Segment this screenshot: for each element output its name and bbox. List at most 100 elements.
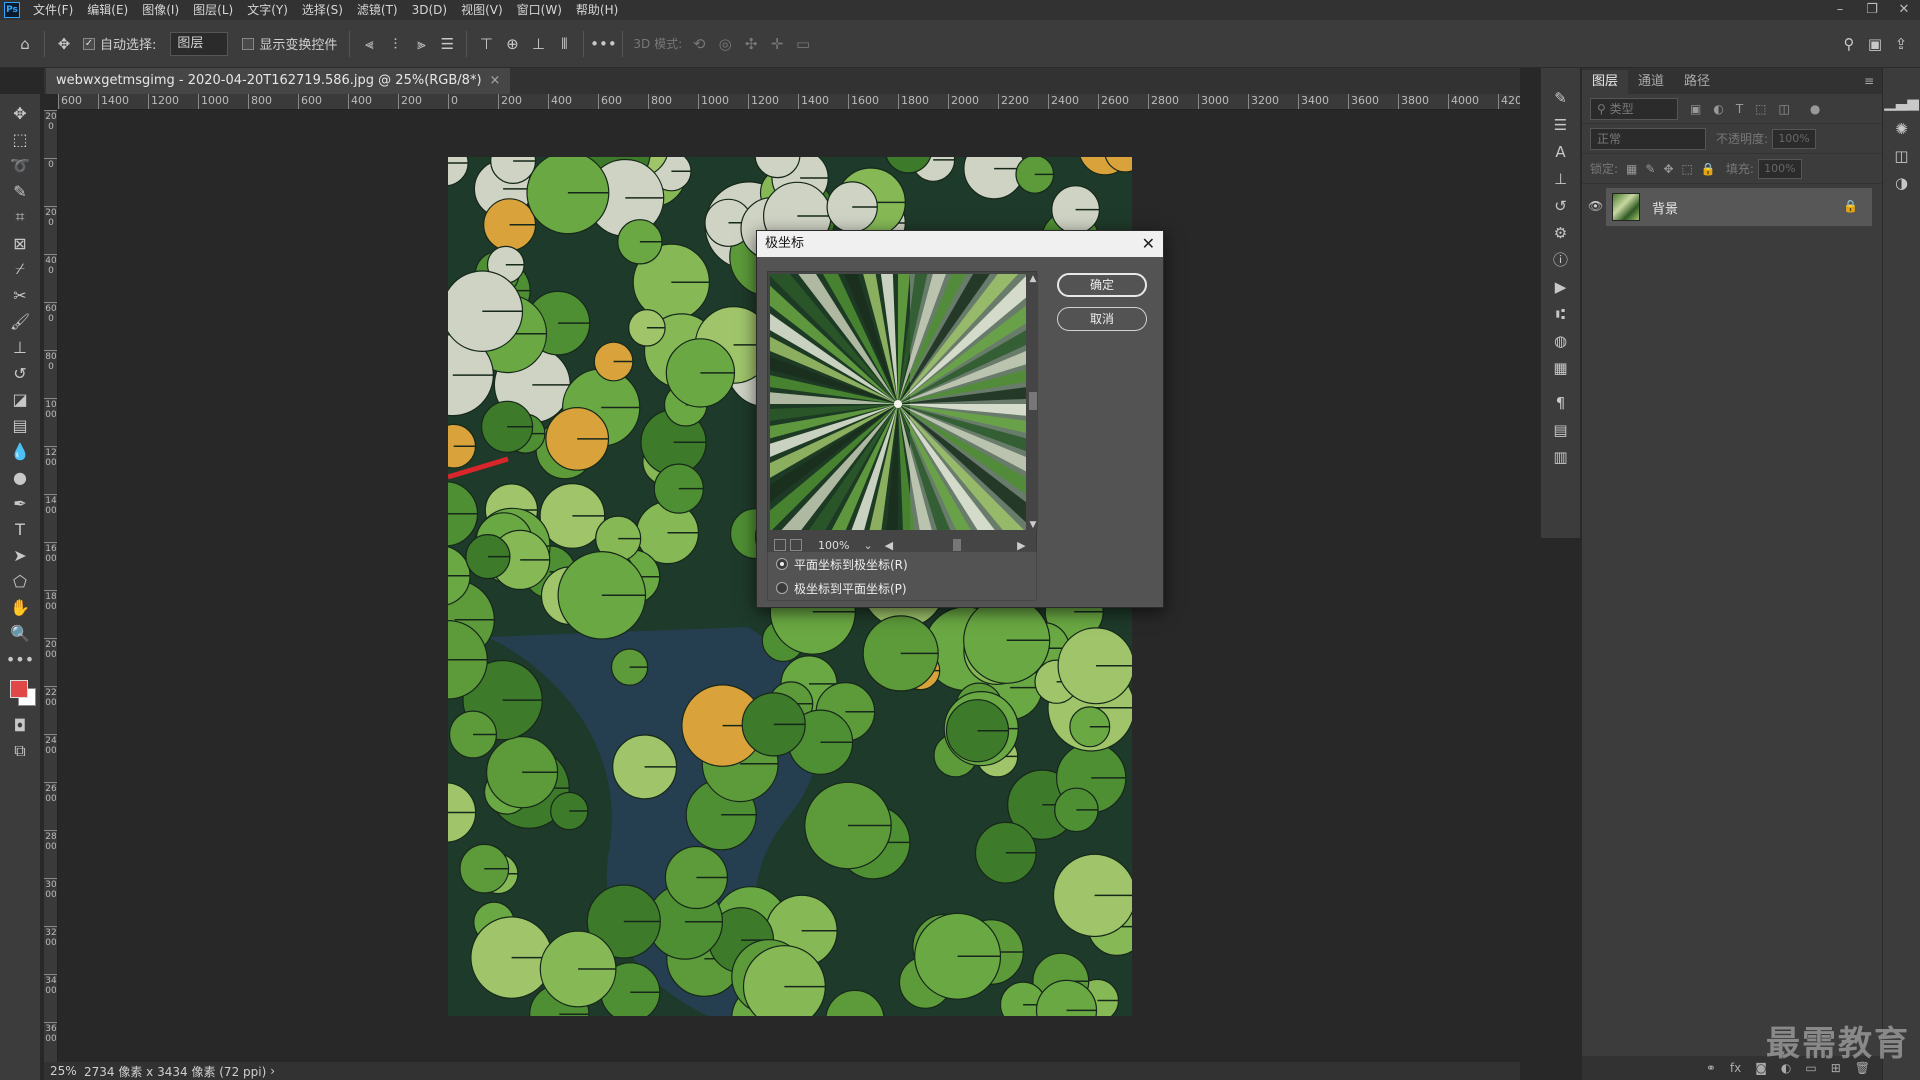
layer-style-icon[interactable]: fx <box>1730 1061 1741 1075</box>
blend-mode-dropdown[interactable]: 正常 <box>1590 127 1706 150</box>
cancel-button[interactable]: 取消 <box>1057 307 1147 331</box>
navigator-icon[interactable]: ✺ <box>1887 115 1917 142</box>
auto-select-target-dropdown[interactable]: 图层 <box>170 31 229 56</box>
align-top-icon[interactable]: ⊤ <box>473 31 499 57</box>
zoom-level[interactable]: 25% <box>44 1064 84 1078</box>
path-selection-tool-icon[interactable]: ➤ <box>4 542 36 568</box>
pixel-filter-icon[interactable]: ▣ <box>1690 102 1701 116</box>
edit-toolbar-icon[interactable]: ••• <box>4 646 36 672</box>
panel-menu-icon[interactable]: ≡ <box>1864 74 1874 88</box>
pen-tool-icon[interactable]: ✒ <box>4 490 36 516</box>
scroll-thumb[interactable] <box>1029 392 1037 410</box>
history-icon[interactable]: ↺ <box>1546 192 1576 219</box>
preview-zoom-value[interactable]: 100% <box>818 539 849 552</box>
preview-vertical-scrollbar[interactable]: ▲ ▼ <box>1028 274 1038 530</box>
gradient-tool-icon[interactable]: ▤ <box>4 412 36 438</box>
filter-toggle-icon[interactable]: ● <box>1810 102 1820 116</box>
horizontal-scroll-thumb[interactable] <box>953 539 962 551</box>
color-icon[interactable]: ◑ <box>1887 169 1917 196</box>
auto-select-checkbox[interactable]: ✓ <box>83 37 95 50</box>
lock-artboard-icon[interactable]: ⬚ <box>1682 162 1693 176</box>
clone-stamp-tool-icon[interactable]: ⊥ <box>4 334 36 360</box>
menu-file[interactable]: 文件(F) <box>26 0 80 20</box>
frame-tool-icon[interactable]: ⊠ <box>4 230 36 256</box>
foreground-color-swatch[interactable] <box>10 680 28 698</box>
restore-button[interactable]: ❐ <box>1856 0 1888 20</box>
align-bottom-icon[interactable]: ⊥ <box>525 31 551 57</box>
home-icon[interactable]: ⌂ <box>12 31 38 57</box>
move-tool-icon[interactable]: ✥ <box>4 100 36 126</box>
menu-window[interactable]: 窗口(W) <box>510 0 569 20</box>
vertical-ruler[interactable]: 200 0 200 400 600 800 1000 1200 1400 160… <box>44 110 58 1068</box>
ok-button[interactable]: 确定 <box>1057 273 1147 297</box>
visibility-eye-icon[interactable]: 👁 <box>1588 199 1603 213</box>
menu-edit[interactable]: 编辑(E) <box>80 0 135 20</box>
tab-paths[interactable]: 路径 <box>1674 70 1720 94</box>
screen-mode-icon[interactable]: ⧉ <box>4 738 36 764</box>
dodge-tool-icon[interactable]: ● <box>4 464 36 490</box>
scroll-right-arrow[interactable]: ▶ <box>1017 539 1025 552</box>
lock-transparent-icon[interactable]: ▦ <box>1626 162 1637 176</box>
scroll-up-arrow[interactable]: ▲ <box>1028 274 1038 284</box>
glyphs-icon[interactable]: ▥ <box>1546 443 1576 470</box>
tab-channels[interactable]: 通道 <box>1628 70 1674 94</box>
lock-position-icon[interactable]: ✥ <box>1663 162 1673 176</box>
paragraph-icon[interactable]: ¶ <box>1546 389 1576 416</box>
quick-mask-icon[interactable]: ◘ <box>4 712 36 738</box>
polar-to-rect-option[interactable]: 极坐标到平面坐标(P) <box>768 576 1036 600</box>
color-swatches[interactable] <box>4 676 36 712</box>
scroll-down-arrow[interactable]: ▼ <box>1028 520 1038 530</box>
type-tool-icon[interactable]: T <box>4 516 36 542</box>
preview-image[interactable] <box>770 274 1026 530</box>
search-icon[interactable]: ⚲ <box>1836 31 1862 57</box>
scroll-left-arrow[interactable]: ◀ <box>885 539 893 552</box>
share-icon[interactable]: ⇪ <box>1888 31 1914 57</box>
workspace-icon[interactable]: ▣ <box>1862 31 1888 57</box>
brush-settings-icon[interactable]: ✎ <box>1546 84 1576 111</box>
lock-image-icon[interactable]: ✎ <box>1645 162 1655 176</box>
opacity-input[interactable]: 100% <box>1772 128 1817 149</box>
crop-tool-icon[interactable]: ⌗ <box>4 204 36 230</box>
menu-3d[interactable]: 3D(D) <box>405 0 454 20</box>
swatches-icon[interactable]: ⑆ <box>1546 300 1576 327</box>
minimize-button[interactable]: – <box>1824 0 1856 20</box>
menu-layer[interactable]: 图层(L) <box>186 0 240 20</box>
blur-tool-icon[interactable]: 💧 <box>4 438 36 464</box>
polar-to-rect-radio[interactable] <box>776 582 788 594</box>
properties-icon[interactable]: ⚙ <box>1546 219 1576 246</box>
menu-view[interactable]: 视图(V) <box>454 0 510 20</box>
brush-tool-icon[interactable]: 🖌 <box>4 308 36 334</box>
timeline-icon[interactable]: ▦ <box>1546 354 1576 381</box>
notes-icon[interactable]: ▤ <box>1546 416 1576 443</box>
smart-object-filter-icon[interactable]: ◫ <box>1779 102 1790 116</box>
align-left-icon[interactable]: ⫷ <box>356 31 382 57</box>
healing-brush-tool-icon[interactable]: ✂ <box>4 282 36 308</box>
rect-to-polar-radio[interactable] <box>776 558 788 570</box>
3d-icon[interactable]: ◍ <box>1546 327 1576 354</box>
move-tool-preset-icon[interactable]: ✥ <box>51 31 77 57</box>
info-icon[interactable]: ⓘ <box>1546 246 1576 273</box>
shape-filter-icon[interactable]: ⬚ <box>1755 102 1766 116</box>
eyedropper-tool-icon[interactable]: ⌿ <box>4 256 36 282</box>
type-filter-icon[interactable]: T <box>1736 102 1743 116</box>
character-icon[interactable]: A <box>1546 138 1576 165</box>
zoom-tool-icon[interactable]: 🔍 <box>4 620 36 646</box>
libraries-icon[interactable]: ◫ <box>1887 142 1917 169</box>
align-center-icon[interactable]: ⫶ <box>382 31 408 57</box>
show-transform-checkbox[interactable] <box>242 37 255 50</box>
menu-type[interactable]: 文字(Y) <box>240 0 295 20</box>
hand-tool-icon[interactable]: ✋ <box>4 594 36 620</box>
horizontal-ruler[interactable]: 600 1400 1200 1000 800 600 400 200 0 200… <box>58 94 1520 110</box>
close-tab-icon[interactable]: × <box>490 73 501 88</box>
clone-source-icon[interactable]: ⊥ <box>1546 165 1576 192</box>
menu-help[interactable]: 帮助(H) <box>569 0 625 20</box>
zoom-out-button[interactable] <box>774 539 786 551</box>
document-tab[interactable]: webwxgetmsgimg - 2020-04-20T162719.586.j… <box>46 68 511 94</box>
zoom-dropdown-icon[interactable]: ⌄ <box>863 539 872 552</box>
menu-select[interactable]: 选择(S) <box>295 0 350 20</box>
layer-row-background[interactable]: 👁 背景 🔒 <box>1588 188 1872 226</box>
quick-select-tool-icon[interactable]: ✎ <box>4 178 36 204</box>
tab-layers[interactable]: 图层 <box>1582 70 1629 94</box>
align-right-icon[interactable]: ⫸ <box>408 31 434 57</box>
history-brush-tool-icon[interactable]: ↺ <box>4 360 36 386</box>
